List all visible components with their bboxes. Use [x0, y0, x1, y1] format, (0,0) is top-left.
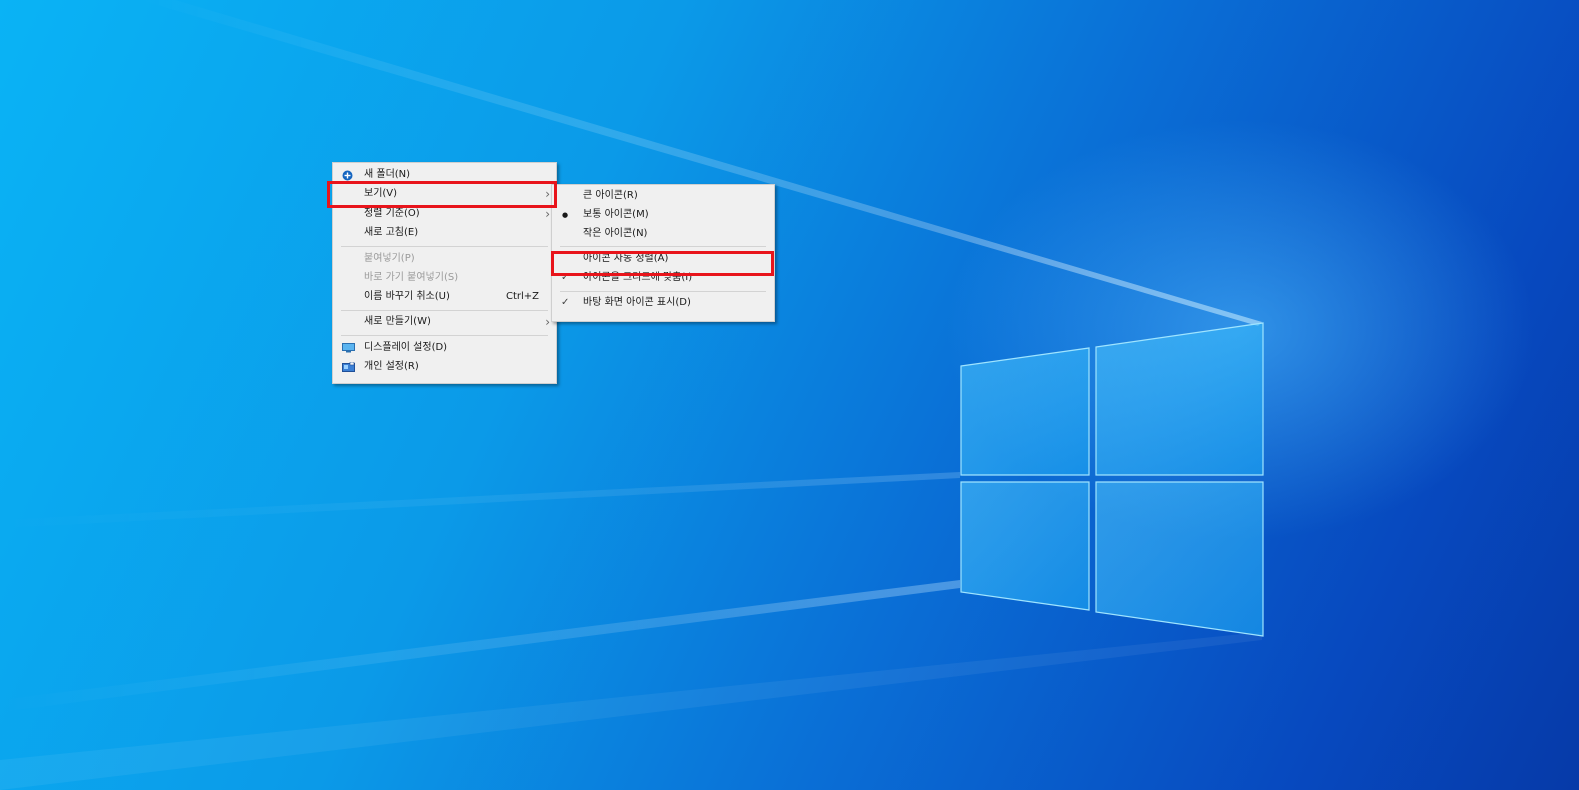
- menu-item-label: 개인 설정(R): [364, 361, 419, 372]
- highlight-box-auto-arrange: [551, 251, 774, 276]
- menu-item-refresh[interactable]: 새로 고침(E): [333, 224, 556, 242]
- menu-item-label: 보통 아이콘(M): [583, 209, 649, 220]
- menu-item-small-icons[interactable]: 작은 아이콘(N): [552, 225, 774, 243]
- plus-circle-icon: [342, 170, 353, 181]
- monitor-icon: [342, 343, 355, 353]
- menu-item-label: 이름 바꾸기 취소(U): [364, 291, 450, 302]
- menu-separator: [341, 335, 548, 336]
- personalize-icon: [342, 362, 355, 372]
- menu-item-label: 바탕 화면 아이콘 표시(D): [583, 297, 691, 308]
- menu-item-medium-icons[interactable]: ● 보통 아이콘(M): [552, 206, 774, 224]
- desktop-background[interactable]: [0, 0, 1579, 790]
- menu-item-label: 작은 아이콘(N): [583, 228, 648, 239]
- menu-item-label: 바로 가기 붙여넣기(S): [364, 272, 459, 283]
- menu-item-label: 새로 만들기(W): [364, 316, 431, 327]
- menu-item-personalize[interactable]: 개인 설정(R): [333, 358, 556, 376]
- menu-item-label: 큰 아이콘(R): [583, 190, 638, 201]
- menu-item-paste: 붙여넣기(P): [333, 250, 556, 268]
- menu-separator: [560, 291, 766, 292]
- menu-separator: [341, 246, 548, 247]
- menu-item-label: 붙여넣기(P): [364, 253, 415, 264]
- menu-item-label: 디스플레이 설정(D): [364, 342, 448, 353]
- windows-logo: [960, 322, 1264, 637]
- radio-bullet-icon: ●: [562, 211, 569, 219]
- chevron-right-icon: ›: [545, 315, 550, 329]
- menu-item-undo-rename[interactable]: 이름 바꾸기 취소(U) Ctrl+Z: [333, 288, 556, 306]
- menu-item-label: 새로 고침(E): [364, 227, 419, 238]
- menu-item-paste-shortcut: 바로 가기 붙여넣기(S): [333, 269, 556, 287]
- menu-separator: [560, 246, 766, 247]
- menu-item-new[interactable]: 새로 만들기(W) ›: [333, 313, 556, 331]
- highlight-box-view: [327, 181, 557, 208]
- menu-separator: [341, 310, 548, 311]
- menu-item-show-desktop-icons[interactable]: ✓ 바탕 화면 아이콘 표시(D): [552, 294, 774, 312]
- shortcut-text: Ctrl+Z: [505, 291, 539, 302]
- menu-item-display-settings[interactable]: 디스플레이 설정(D): [333, 339, 556, 357]
- menu-item-large-icons[interactable]: 큰 아이콘(R): [552, 187, 774, 205]
- check-icon: ✓: [561, 297, 570, 308]
